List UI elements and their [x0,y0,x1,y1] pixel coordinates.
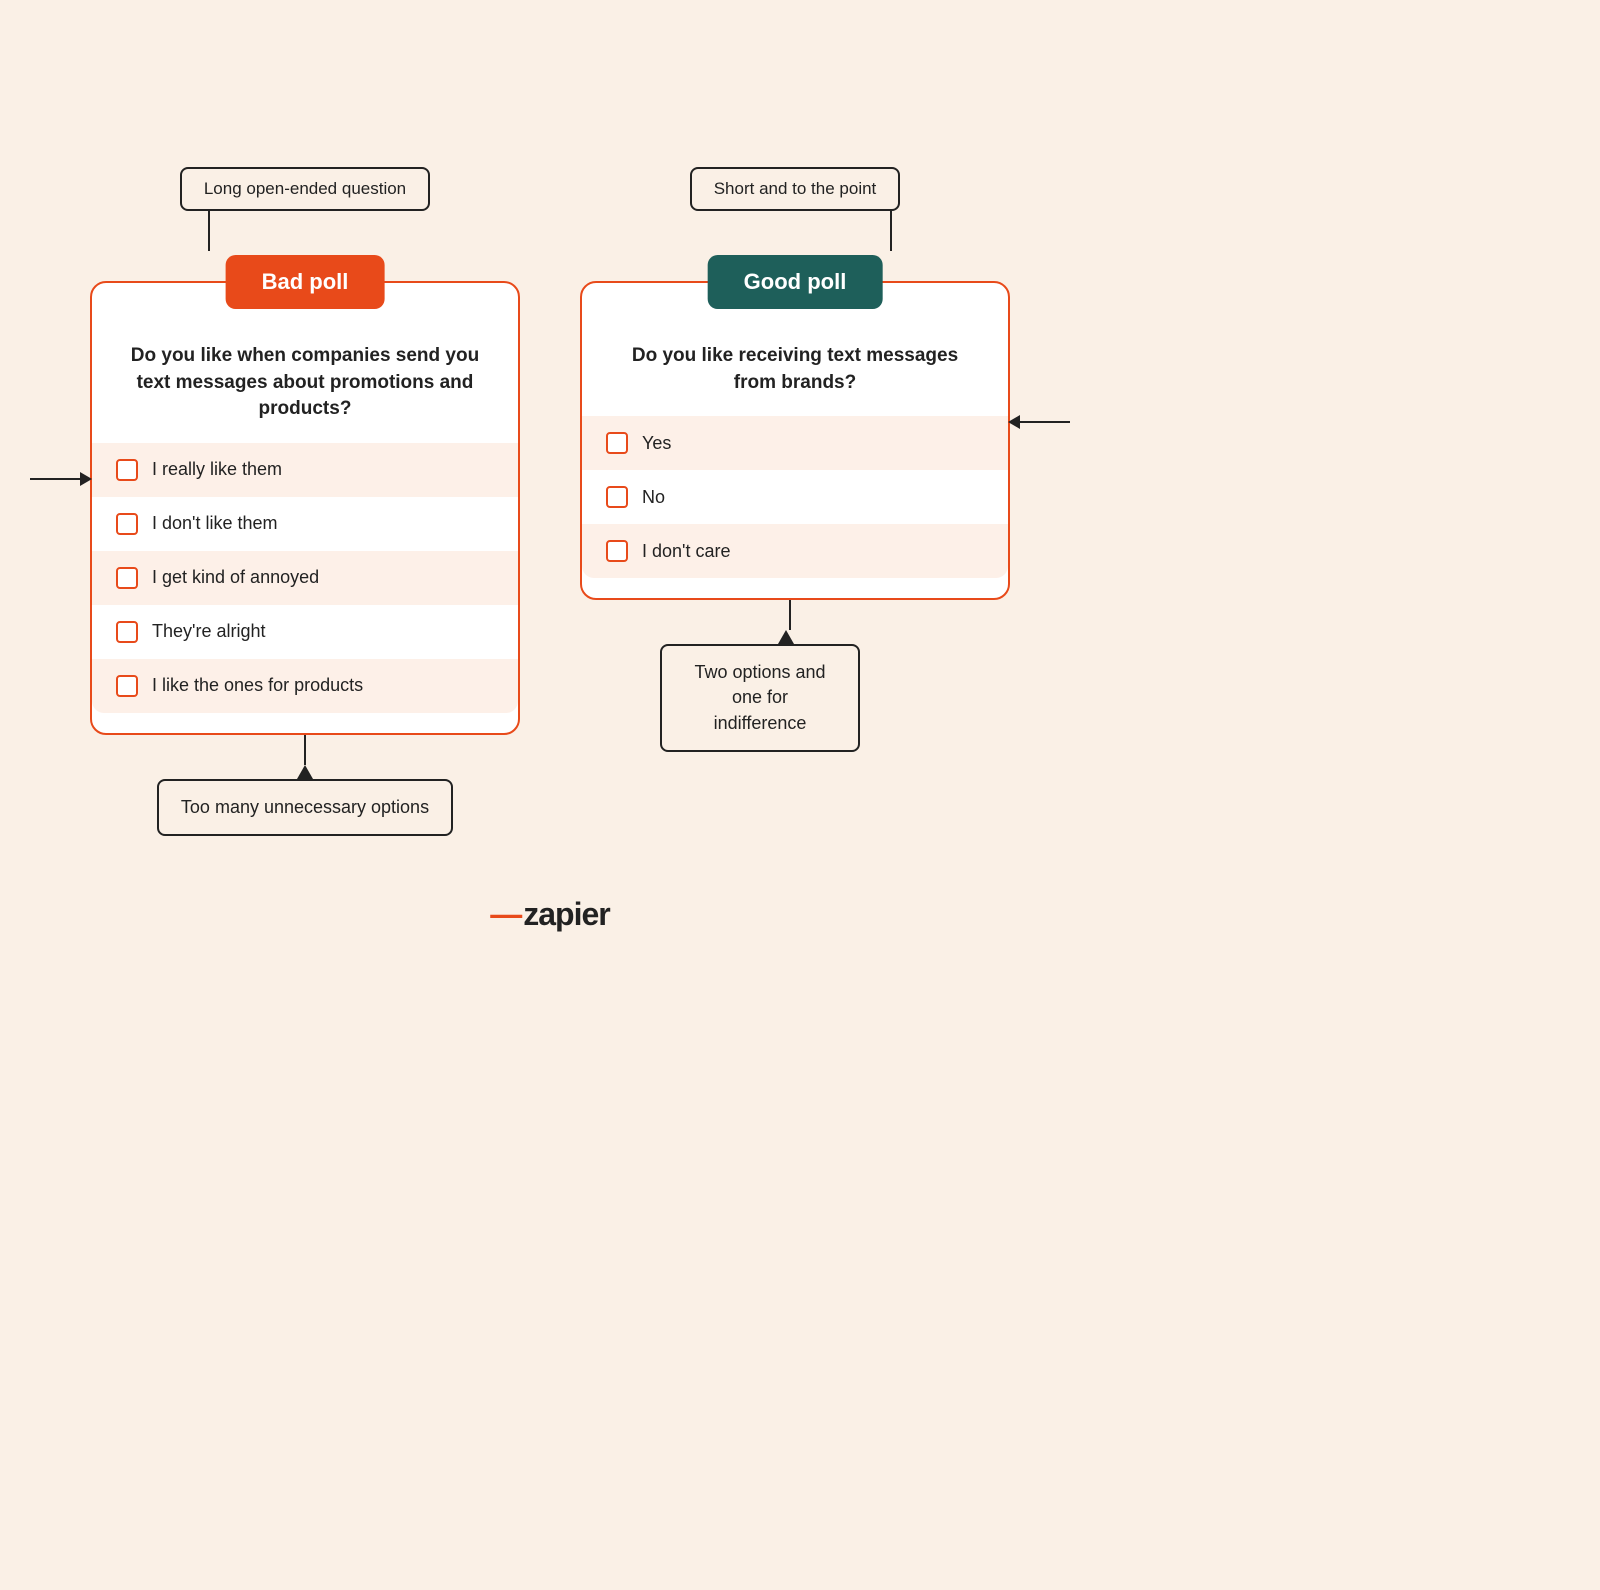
bad-checkbox-5[interactable] [116,675,138,697]
polls-area: Long open-ended question Bad poll [40,167,1060,836]
bad-option-2: I don't like them [92,497,518,551]
good-checkbox-1[interactable] [606,432,628,454]
good-option-3: I don't care [582,524,1008,578]
bad-option-1: I really like them [92,443,518,497]
bad-option-5: I like the ones for products [92,659,518,713]
main-container: Long open-ended question Bad poll [40,167,1060,933]
good-poll-card: Good poll Do you like receiving text mes… [580,281,1010,600]
bad-poll-annotation-box: Too many unnecessary options [157,779,453,836]
bad-option-3: I get kind of annoyed [92,551,518,605]
good-checkbox-3[interactable] [606,540,628,562]
good-checkbox-2[interactable] [606,486,628,508]
zapier-dash-icon: — [490,896,521,933]
good-option-1: Yes [582,416,1008,470]
bad-poll-column: Long open-ended question Bad poll [90,167,520,836]
good-poll-bottom-annotation: Two options and one for indifference [660,600,860,752]
bad-checkbox-2[interactable] [116,513,138,535]
good-option-2: No [582,470,1008,524]
good-poll-top-label-box: Short and to the point [690,167,901,211]
bad-poll-options: I really like them I don't like them I g… [92,443,518,713]
zapier-wordmark: zapier [523,896,609,933]
bad-poll-top-label-box: Long open-ended question [180,167,430,211]
good-poll-column: Short and to the point Good poll [580,167,1010,752]
bad-poll-bottom-annotation: Too many unnecessary options [157,735,453,836]
good-poll-badge: Good poll [708,255,883,309]
good-poll-annotation-box: Two options and one for indifference [660,644,860,752]
bad-checkbox-3[interactable] [116,567,138,589]
bad-checkbox-4[interactable] [116,621,138,643]
bad-poll-badge: Bad poll [226,255,385,309]
bad-option-4: They're alright [92,605,518,659]
bad-poll-card: Bad poll Do you like when companies send… [90,281,520,735]
zapier-logo: — zapier [490,896,609,933]
bad-checkbox-1[interactable] [116,459,138,481]
good-poll-options: Yes No I don't care [582,416,1008,578]
